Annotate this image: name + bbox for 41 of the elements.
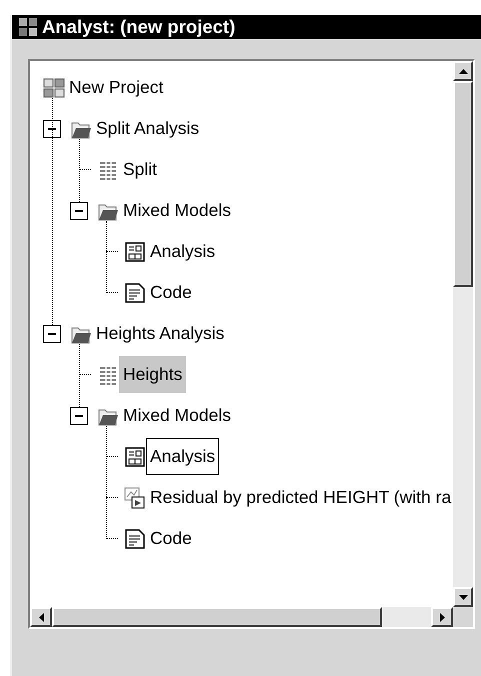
tree-item[interactable]: Mixed Models xyxy=(119,192,235,229)
minus-icon xyxy=(75,210,83,212)
document-icon xyxy=(124,528,146,550)
window-title: Analyst: (new project) xyxy=(42,15,236,40)
tree-item[interactable]: Analysis xyxy=(146,233,220,270)
minus-icon xyxy=(75,414,83,416)
minus-icon xyxy=(48,128,56,130)
scroll-left-button[interactable] xyxy=(30,607,52,627)
tree-item[interactable]: New Project xyxy=(65,69,168,106)
minus-icon xyxy=(48,332,56,334)
tree-item[interactable]: Residual by predicted HEIGHT (with ra xyxy=(146,479,453,516)
collapse-toggle[interactable] xyxy=(70,202,88,220)
up-arrow-icon xyxy=(458,68,468,74)
scrollbar-corner xyxy=(453,607,473,627)
analysis-icon xyxy=(124,240,146,262)
scroll-right-button[interactable] xyxy=(431,607,453,627)
analysis-icon xyxy=(124,446,146,468)
right-arrow-icon xyxy=(440,612,444,622)
project-icon xyxy=(43,76,65,98)
tree-item[interactable]: Mixed Models xyxy=(119,397,235,434)
tree-item[interactable]: Code xyxy=(146,520,196,557)
tree-item[interactable]: Analysis xyxy=(146,438,220,475)
tree-item[interactable]: Heights xyxy=(119,356,186,393)
left-arrow-icon xyxy=(38,612,44,622)
document-icon xyxy=(124,282,146,304)
tree-item[interactable]: Heights Analysis xyxy=(92,315,228,352)
scroll-down-button[interactable] xyxy=(453,587,473,607)
tree-item[interactable]: Split xyxy=(119,151,162,188)
tree-item[interactable]: Code xyxy=(146,274,196,311)
collapse-toggle[interactable] xyxy=(70,406,88,424)
scroll-up-button[interactable] xyxy=(453,61,473,81)
down-arrow-icon xyxy=(458,594,468,600)
horizontal-scrollbar[interactable] xyxy=(30,607,453,627)
app-icon xyxy=(18,17,38,37)
scroll-thumb[interactable] xyxy=(453,81,473,287)
collapse-toggle[interactable] xyxy=(43,324,61,342)
collapse-toggle[interactable] xyxy=(43,120,61,138)
tree-item[interactable]: Split Analysis xyxy=(92,110,204,147)
scroll-thumb[interactable] xyxy=(52,607,382,627)
vertical-scrollbar[interactable] xyxy=(453,61,473,607)
chart-icon xyxy=(124,486,146,508)
